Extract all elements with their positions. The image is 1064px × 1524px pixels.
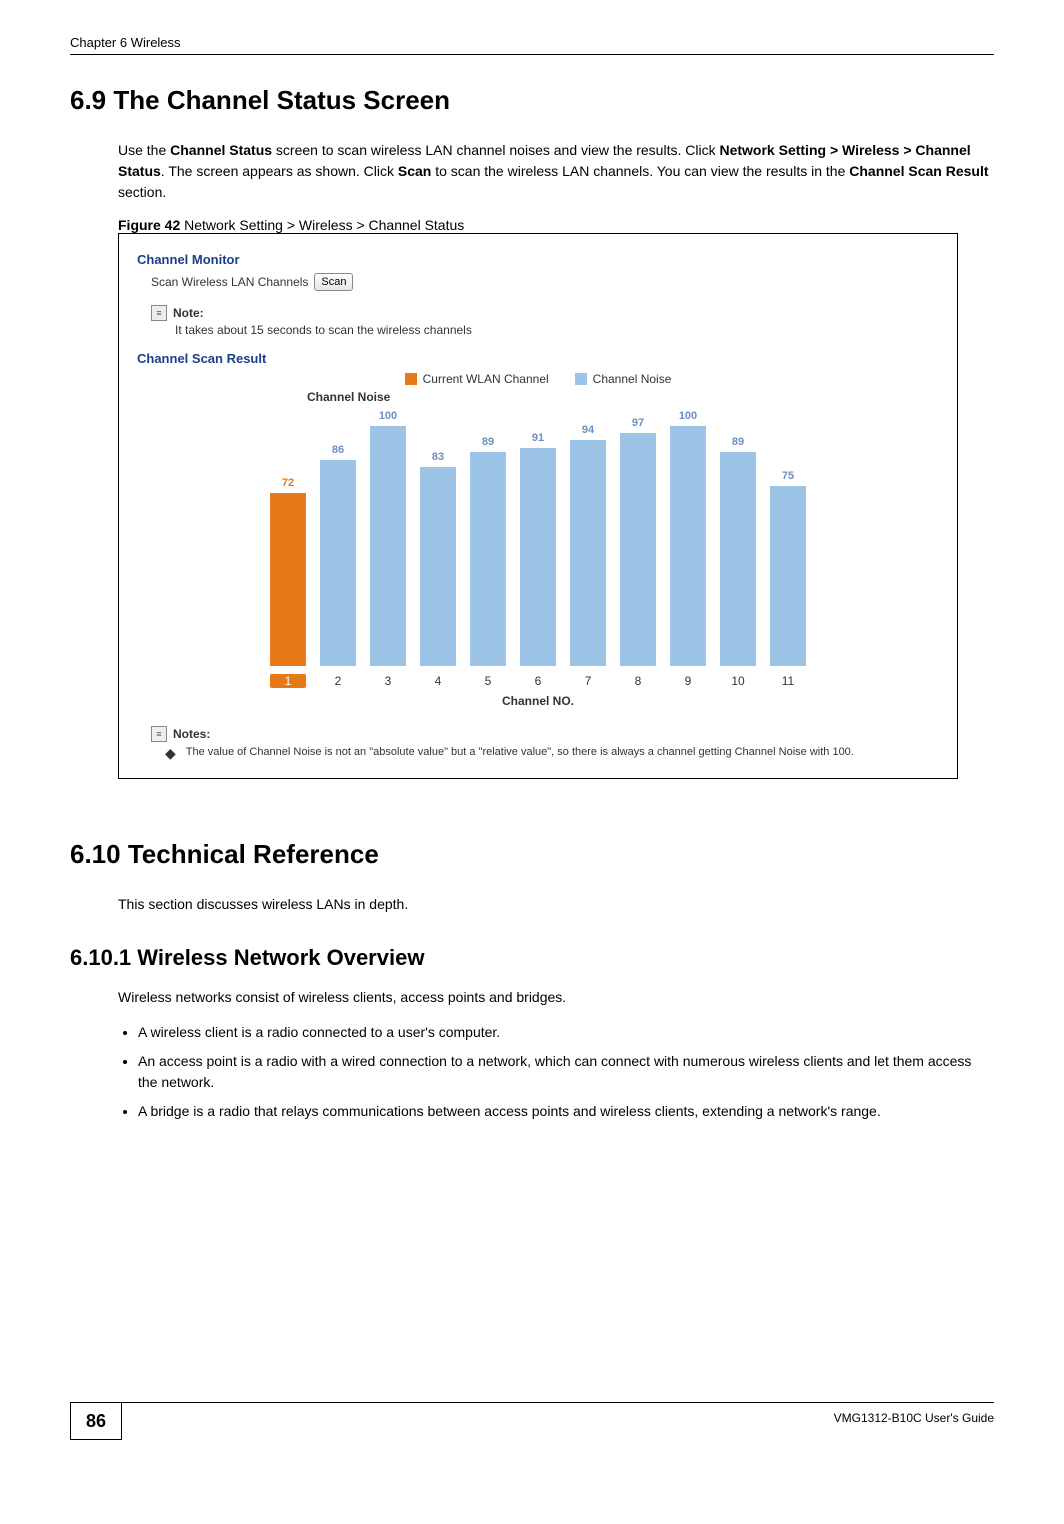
bar: 83	[420, 467, 456, 666]
figure-caption-text: Network Setting > Wireless > Channel Sta…	[180, 217, 464, 233]
swatch-blue	[575, 373, 587, 385]
legend-noise-label: Channel Noise	[593, 372, 672, 386]
notes2-text-row: ◆ The value of Channel Noise is not an "…	[165, 746, 939, 760]
scan-label: Scan Wireless LAN Channels	[151, 275, 308, 289]
page-number: 86	[70, 1403, 122, 1440]
bar: 94	[570, 440, 606, 666]
bar-col: 89	[470, 452, 506, 666]
xaxis-tick: 1	[270, 674, 306, 688]
notes2-row: ≡ Notes:	[151, 726, 939, 742]
notes2-text: The value of Channel Noise is not an "ab…	[186, 746, 854, 758]
bar-col: 94	[570, 440, 606, 666]
p1e: . The screen appears as shown. Click	[161, 163, 398, 179]
bar-col: 89	[720, 452, 756, 666]
xaxis-tick: 4	[420, 674, 456, 688]
running-header: Chapter 6 Wireless	[70, 35, 994, 55]
section-6-10-1-paragraph: Wireless networks consist of wireless cl…	[118, 987, 994, 1008]
bar-col: 100	[670, 426, 706, 666]
chart-legend: Current WLAN Channel Channel Noise	[137, 372, 939, 386]
section-6-10-paragraph: This section discusses wireless LANs in …	[118, 894, 994, 915]
bar-value-label: 83	[418, 451, 458, 463]
list-item: A wireless client is a radio connected t…	[138, 1022, 994, 1043]
bar: 86	[320, 460, 356, 666]
bar: 100	[670, 426, 706, 666]
bar-value-label: 89	[718, 436, 758, 448]
xaxis-tick: 10	[720, 674, 756, 688]
bullet-icon: ◆	[165, 746, 176, 760]
chart: Channel Noise 728610083899194971008975 1…	[137, 390, 939, 708]
page-footer: 86 VMG1312-B10C User's Guide	[70, 1402, 994, 1440]
bar-col: 75	[770, 486, 806, 666]
legend-noise: Channel Noise	[575, 372, 672, 386]
chart-bars: 728610083899194971008975	[260, 406, 816, 666]
xaxis-tick: 8	[620, 674, 656, 688]
list-item: An access point is a radio with a wired …	[138, 1051, 994, 1093]
p1c: screen to scan wireless LAN channel nois…	[272, 142, 719, 158]
note-row: ≡ Note:	[151, 305, 939, 321]
bar: 100	[370, 426, 406, 666]
bar-value-label: 89	[468, 436, 508, 448]
bar-col: 83	[420, 467, 456, 666]
chart-xaxis-label: Channel NO.	[502, 694, 574, 708]
section-6-9-paragraph: Use the Channel Status screen to scan wi…	[118, 140, 994, 203]
bar-value-label: 94	[568, 424, 608, 436]
xaxis-tick: 11	[770, 674, 806, 688]
bar: 89	[470, 452, 506, 666]
xaxis-tick: 7	[570, 674, 606, 688]
bar-col: 86	[320, 460, 356, 666]
p1i: section.	[118, 184, 166, 200]
bar-col: 72	[270, 493, 306, 666]
swatch-orange	[405, 373, 417, 385]
guide-name: VMG1312-B10C User's Guide	[122, 1403, 994, 1425]
p1h: Channel Scan Result	[849, 163, 988, 179]
xaxis-tick: 6	[520, 674, 556, 688]
section-6-10-heading: 6.10 Technical Reference	[70, 839, 994, 870]
bar-value-label: 75	[768, 470, 808, 482]
legend-current: Current WLAN Channel	[405, 372, 549, 386]
note-label: Note:	[173, 306, 204, 320]
xaxis-tick: 3	[370, 674, 406, 688]
bar-value-label: 86	[318, 444, 358, 456]
chart-xaxis: 123456789 10 11	[260, 674, 816, 688]
figure-number: Figure 42	[118, 217, 180, 233]
p1b: Channel Status	[170, 142, 272, 158]
notes2-icon: ≡	[151, 726, 167, 742]
note-text: It takes about 15 seconds to scan the wi…	[175, 323, 939, 337]
bar-col: 91	[520, 448, 556, 666]
legend-current-label: Current WLAN Channel	[423, 372, 549, 386]
channel-scan-result-title: Channel Scan Result	[137, 351, 939, 366]
section-6-10-1-heading: 6.10.1 Wireless Network Overview	[70, 945, 994, 971]
chart-yaxis-title: Channel Noise	[307, 390, 390, 404]
channel-monitor-title: Channel Monitor	[137, 252, 939, 267]
bar-col: 97	[620, 433, 656, 666]
p1g: to scan the wireless LAN channels. You c…	[431, 163, 849, 179]
bar-value-label: 100	[668, 410, 708, 422]
bar-value-label: 72	[268, 477, 308, 489]
bar-value-label: 97	[618, 417, 658, 429]
bar: 91	[520, 448, 556, 666]
scan-button[interactable]: Scan	[314, 273, 353, 291]
bar: 75	[770, 486, 806, 666]
bar: 72	[270, 493, 306, 666]
xaxis-tick: 5	[470, 674, 506, 688]
xaxis-tick: 9	[670, 674, 706, 688]
chapter-label: Chapter 6 Wireless	[70, 35, 181, 50]
figure-42-caption: Figure 42 Network Setting > Wireless > C…	[118, 217, 994, 233]
section-6-9-heading: 6.9 The Channel Status Screen	[70, 85, 994, 116]
xaxis-tick: 2	[320, 674, 356, 688]
p1a: Use the	[118, 142, 170, 158]
p1f: Scan	[398, 163, 431, 179]
wireless-overview-list: A wireless client is a radio connected t…	[118, 1022, 994, 1122]
list-item: A bridge is a radio that relays communic…	[138, 1101, 994, 1122]
note-icon: ≡	[151, 305, 167, 321]
bar-value-label: 91	[518, 432, 558, 444]
bar: 89	[720, 452, 756, 666]
scan-row: Scan Wireless LAN Channels Scan	[151, 273, 939, 291]
notes2-label: Notes:	[173, 727, 210, 741]
bar: 97	[620, 433, 656, 666]
figure-42-screenshot: Channel Monitor Scan Wireless LAN Channe…	[118, 233, 958, 779]
bar-col: 100	[370, 426, 406, 666]
bar-value-label: 100	[368, 410, 408, 422]
